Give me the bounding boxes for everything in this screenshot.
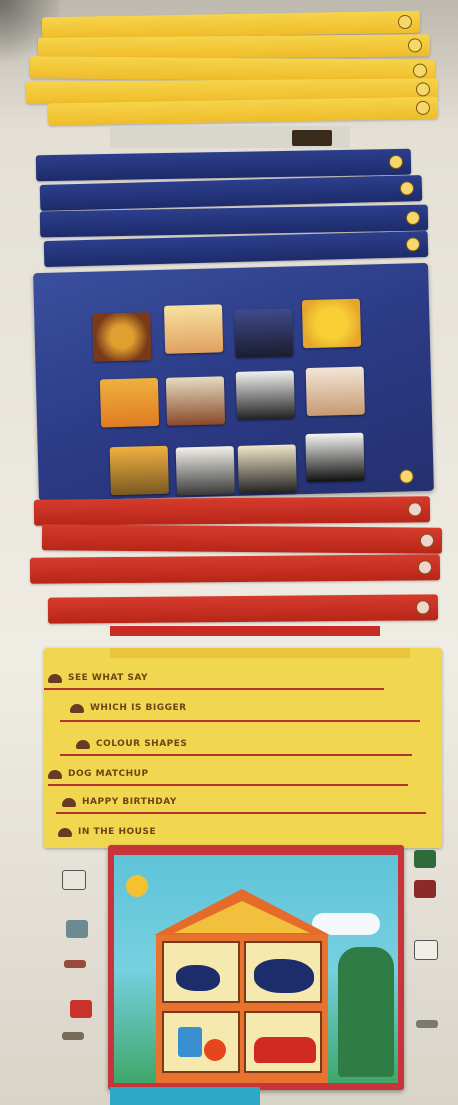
picture-menu-window [33, 262, 434, 502]
tool-icon[interactable] [414, 880, 436, 898]
menu-divider [48, 784, 408, 786]
room-top-left[interactable] [162, 941, 240, 1003]
thumbnail-bottom-3[interactable] [237, 444, 297, 494]
sun-icon [126, 875, 148, 897]
menu-bullet-icon [76, 739, 90, 749]
circle-icon [412, 63, 428, 78]
circle-icon [405, 237, 421, 252]
red-underline [110, 626, 380, 636]
thumbnail-bottom-2[interactable] [175, 446, 235, 496]
red-strip[interactable] [29, 554, 441, 584]
guitar-icon [176, 965, 220, 991]
menu-bullet-icon [62, 797, 76, 807]
menu-item-label: DOG MATCHUP [68, 769, 149, 779]
menu-divider [56, 812, 426, 814]
menu-bullet-icon [48, 673, 62, 683]
menu-divider [60, 754, 412, 756]
car-icon [254, 1037, 316, 1063]
menu-item[interactable]: WHICH IS BIGGER [70, 698, 187, 718]
menu-item-label: SEE WHAT SAY [68, 673, 149, 683]
red-strip[interactable] [47, 594, 439, 624]
thumbnail-toy[interactable] [163, 304, 224, 354]
circle-icon [415, 100, 431, 115]
dark-tab [292, 130, 332, 146]
menu-bullet-icon [58, 827, 72, 837]
bird-icon[interactable] [62, 870, 86, 890]
menu-top-bar [110, 648, 410, 658]
menu-item[interactable]: HAPPY BIRTHDAY [62, 792, 177, 812]
thumbnail-figure[interactable] [235, 370, 295, 420]
menu-divider [44, 688, 384, 690]
house-scene-window [108, 845, 404, 1090]
thumbnail-dark[interactable] [234, 308, 294, 358]
thumbnail-animal[interactable] [305, 366, 365, 417]
menu-item-label: IN THE HOUSE [78, 827, 157, 837]
red-strip[interactable] [41, 524, 443, 554]
circle-icon [417, 560, 433, 575]
thumbnail-yellow[interactable] [301, 298, 362, 349]
red-strip[interactable] [33, 496, 431, 526]
thumbnail-grid [84, 292, 389, 496]
menu-item-label: WHICH IS BIGGER [90, 703, 187, 713]
menu-item[interactable]: SEE WHAT SAY [48, 668, 148, 688]
room-bottom-right[interactable] [244, 1011, 322, 1073]
circle-icon [399, 181, 415, 196]
circle-icon [397, 14, 413, 30]
tool-icon[interactable] [416, 1020, 438, 1028]
menu-divider [60, 720, 420, 722]
pencil-icon[interactable] [64, 960, 86, 968]
circle-icon [415, 600, 431, 615]
leaf-icon[interactable] [414, 850, 436, 868]
blue-strip[interactable] [43, 230, 429, 268]
tree-icon [338, 947, 394, 1077]
left-toolbar [54, 860, 104, 1060]
brush-icon[interactable] [62, 1032, 84, 1040]
menu-item-label: COLOUR SHAPES [96, 739, 188, 749]
circle-icon [415, 82, 431, 97]
circle-icon [407, 502, 423, 517]
thumbnail-scene[interactable] [165, 376, 226, 426]
menu-item[interactable]: COLOUR SHAPES [76, 734, 187, 754]
circle-icon [405, 210, 421, 225]
ball-icon [204, 1039, 226, 1061]
house-body [156, 935, 328, 1083]
bucket-icon [178, 1027, 202, 1057]
screenshot-stack: SEE WHAT SAY WHICH IS BIGGER COLOUR SHAP… [0, 0, 458, 1105]
right-toolbar [408, 850, 448, 1050]
thumbnail-bottom-1[interactable] [109, 445, 169, 496]
figure-icon[interactable] [66, 920, 88, 938]
circle-icon [399, 469, 414, 484]
room-bottom-left[interactable] [162, 1011, 240, 1073]
thumbnail-lion[interactable] [92, 312, 152, 362]
house-attic [174, 901, 310, 933]
circle-icon [407, 38, 423, 53]
menu-bullet-icon [70, 703, 84, 713]
menu-item-label: HAPPY BIRTHDAY [82, 797, 177, 807]
room-top-right[interactable] [244, 941, 322, 1003]
bed-icon [254, 959, 314, 993]
menu-item[interactable]: IN THE HOUSE [58, 822, 156, 842]
menu-item[interactable]: DOG MATCHUP [48, 764, 149, 784]
thumbnail-bottom-4[interactable] [305, 432, 365, 483]
red-box-icon[interactable] [70, 1000, 92, 1018]
circle-icon [388, 154, 404, 170]
menu-bullet-icon [48, 769, 62, 779]
circle-icon [419, 533, 435, 548]
scribble-icon[interactable] [414, 940, 438, 960]
thumbnail-girl[interactable] [99, 377, 160, 428]
next-screen-edge [110, 1087, 260, 1105]
house-scene[interactable] [114, 855, 398, 1083]
